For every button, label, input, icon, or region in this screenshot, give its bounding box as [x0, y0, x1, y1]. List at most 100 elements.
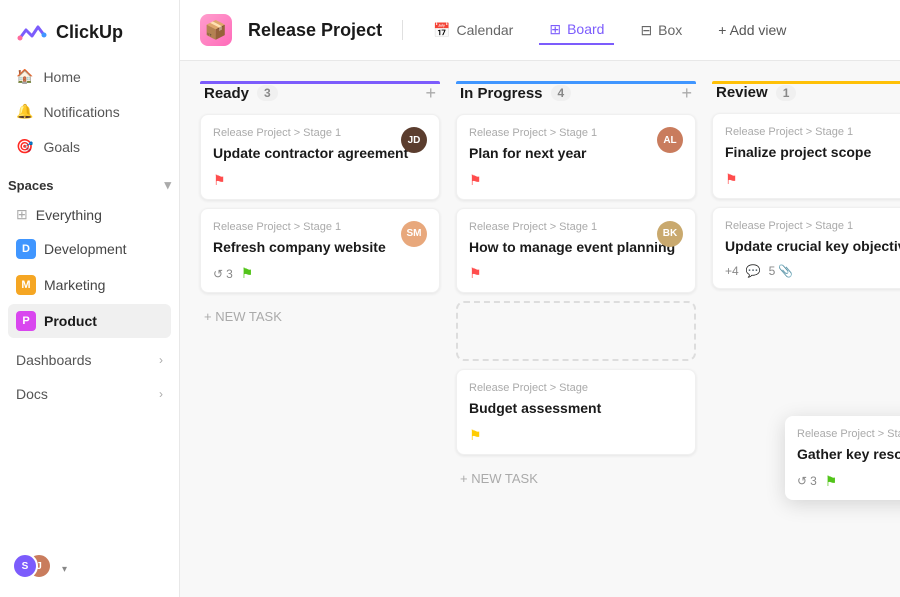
tab-calendar-label: Calendar: [457, 22, 514, 38]
sidebar-item-development[interactable]: D Development: [8, 232, 171, 266]
table-row[interactable]: Release Project > Stage 1 LP Finalize pr…: [712, 113, 900, 199]
floating-flag-icon: ⚑: [825, 473, 838, 490]
sidebar-item-notifications-label: Notifications: [43, 104, 119, 120]
card-meta: Release Project > Stage 1: [469, 127, 683, 139]
ready-col-title: Ready: [204, 85, 249, 102]
inprogress-col-count: 4: [551, 85, 572, 101]
sidebar-item-home[interactable]: 🏠 Home: [8, 60, 171, 93]
home-icon: 🏠: [16, 68, 33, 85]
sidebar-item-goals[interactable]: 🎯 Goals: [8, 130, 171, 163]
sidebar-item-notifications[interactable]: 🔔 Notifications: [8, 95, 171, 128]
table-row[interactable]: Release Project > Stage 1 AL Plan for ne…: [456, 114, 696, 200]
card-title: How to manage event planning: [469, 238, 683, 258]
card-stat: ↺ 3: [213, 267, 233, 281]
sidebar-item-home-label: Home: [43, 69, 80, 85]
ready-cards: Release Project > Stage 1 JD Update cont…: [200, 114, 440, 293]
floating-card-meta: Release Project > Stage 1: [797, 428, 900, 440]
flag-icon: ⚑: [241, 265, 254, 282]
project-title: Release Project: [248, 20, 382, 41]
bell-icon: 🔔: [16, 103, 33, 120]
attachment-icon: 📎: [778, 264, 793, 278]
tab-board[interactable]: ⊞ Board: [539, 16, 614, 45]
card-title: Update contractor agreement: [213, 144, 427, 164]
sidebar-item-everything-label: Everything: [36, 207, 102, 223]
sidebar-item-dashboards[interactable]: Dashboards ›: [8, 344, 171, 376]
card-stat-value: 3: [226, 267, 233, 281]
header-divider: [402, 20, 403, 40]
avatar: BK: [657, 221, 683, 247]
attachment-count: 5: [769, 264, 776, 278]
flag-icon: ⚑: [469, 172, 482, 189]
sidebar-item-everything[interactable]: ⊞ Everything: [8, 199, 171, 230]
goals-icon: 🎯: [16, 138, 33, 155]
comment-icon: 💬: [746, 264, 761, 278]
table-row[interactable]: Release Project > Stage Budget assessmen…: [456, 369, 696, 455]
table-row[interactable]: Release Project > Stage 1 Update crucial…: [712, 207, 900, 290]
inprogress-new-task-label: + NEW TASK: [460, 471, 538, 486]
sidebar-item-product[interactable]: P Product: [8, 304, 171, 338]
flag-icon: ⚑: [469, 427, 482, 444]
floating-card[interactable]: ⊹ Release Project > Stage 1 SM Gather ke…: [785, 416, 900, 500]
review-col-count: 1: [776, 85, 797, 101]
inprogress-new-task-button[interactable]: + NEW TASK: [456, 463, 696, 494]
card-footer: ⚑: [469, 427, 683, 444]
sidebar-item-marketing[interactable]: M Marketing: [8, 268, 171, 302]
add-view-label: + Add view: [718, 22, 786, 38]
logo-text: ClickUp: [56, 22, 123, 43]
flag-icon: ⚑: [213, 172, 226, 189]
review-col-header: Review 1: [712, 84, 900, 113]
sidebar-item-docs-label: Docs: [16, 386, 48, 402]
docs-chevron-icon: ›: [159, 387, 163, 401]
sidebar-spaces: ⊞ Everything D Development M Marketing P…: [0, 199, 179, 340]
tab-calendar[interactable]: 📅 Calendar: [423, 17, 523, 44]
tab-box[interactable]: ⊟ Box: [630, 17, 692, 44]
table-row[interactable]: Release Project > Stage 1 BK How to mana…: [456, 208, 696, 294]
card-meta: Release Project > Stage 1: [213, 127, 427, 139]
extra-stat-value: +4: [725, 264, 739, 278]
project-emoji-icon: 📦: [205, 20, 227, 41]
card-meta: Release Project > Stage 1: [469, 221, 683, 233]
inprogress-add-button[interactable]: +: [681, 84, 692, 102]
card-title: Finalize project scope: [725, 143, 900, 163]
inprogress-cards: Release Project > Stage 1 AL Plan for ne…: [456, 114, 696, 455]
sidebar-item-goals-label: Goals: [43, 139, 80, 155]
col-inprogress: In Progress 4 + Release Project > Stage …: [456, 81, 696, 577]
logo-area: ClickUp: [0, 0, 179, 60]
col-review: Review 1 Release Project > Stage 1 LP Fi…: [712, 81, 900, 577]
spaces-chevron-icon[interactable]: ▾: [164, 177, 171, 193]
sidebar-item-product-label: Product: [44, 313, 97, 329]
card-meta: Release Project > Stage 1: [725, 220, 900, 232]
refresh-icon: ↺: [797, 474, 807, 488]
card-footer: ⚑: [469, 172, 683, 189]
sidebar-item-docs[interactable]: Docs ›: [8, 378, 171, 410]
card-footer: ↺ 3 ⚑: [213, 265, 427, 282]
card-meta: Release Project > Stage 1: [213, 221, 427, 233]
review-cards: Release Project > Stage 1 LP Finalize pr…: [712, 113, 900, 289]
ready-add-button[interactable]: +: [425, 84, 436, 102]
flag-icon: ⚑: [725, 171, 738, 188]
board-area: Ready 3 + Release Project > Stage 1 JD U…: [180, 61, 900, 597]
development-dot: D: [16, 239, 36, 259]
sidebar: ClickUp 🏠 Home 🔔 Notifications 🎯 Goals S…: [0, 0, 180, 597]
ready-new-task-button[interactable]: + NEW TASK: [200, 301, 440, 332]
flag-icon: ⚑: [469, 265, 482, 282]
add-view-button[interactable]: + Add view: [708, 17, 796, 43]
avatar-primary: S: [12, 553, 38, 579]
product-dot: P: [16, 311, 36, 331]
card-title: Plan for next year: [469, 144, 683, 164]
ready-col-header: Ready 3 +: [200, 84, 440, 114]
card-title: Update crucial key objectives: [725, 237, 900, 257]
card-footer: ⚑: [469, 265, 683, 282]
table-row[interactable]: Release Project > Stage 1 SM Refresh com…: [200, 208, 440, 294]
floating-card-stat: ↺ 3: [797, 474, 817, 488]
inprogress-col-title: In Progress: [460, 85, 543, 102]
dashed-placeholder: [456, 301, 696, 361]
dashboards-chevron-icon: ›: [159, 353, 163, 367]
project-icon: 📦: [200, 14, 232, 46]
inprogress-col-header: In Progress 4 +: [456, 84, 696, 114]
sidebar-bottom-nav: Dashboards › Docs ›: [0, 344, 179, 412]
sidebar-avatar-row[interactable]: S J ▾: [0, 541, 179, 597]
grid-icon: ⊞: [16, 206, 28, 223]
table-row[interactable]: Release Project > Stage 1 JD Update cont…: [200, 114, 440, 200]
tab-board-label: Board: [567, 21, 604, 37]
